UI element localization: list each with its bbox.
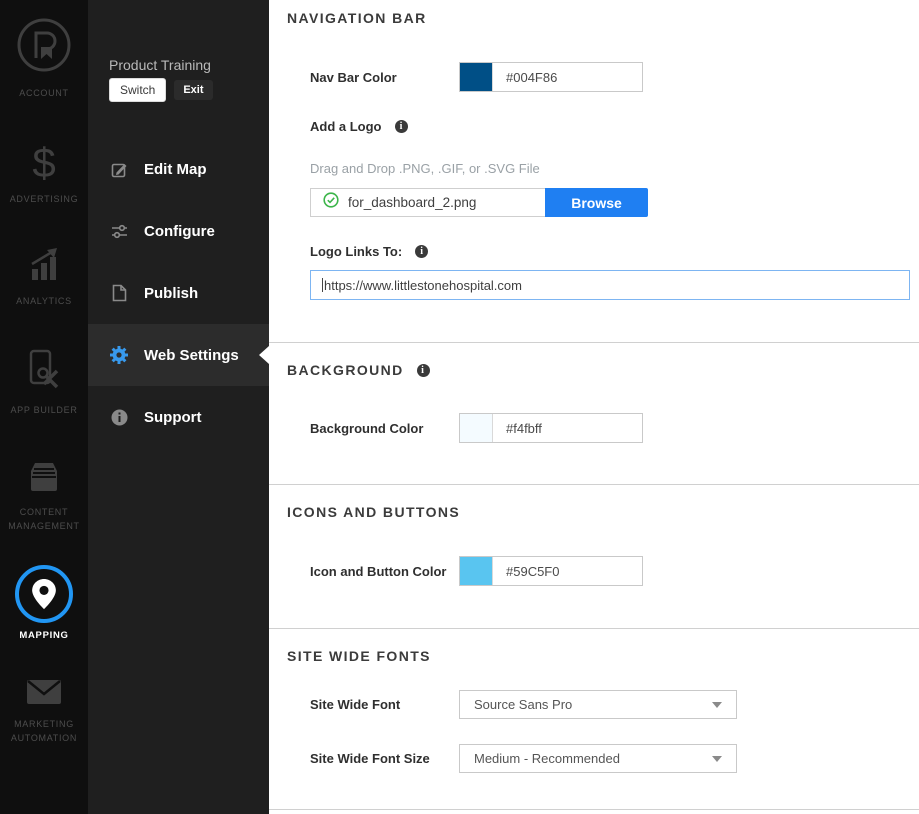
menu-item-edit-map[interactable]: Edit Map: [88, 138, 269, 200]
dollar-icon: $: [32, 141, 55, 185]
menu-label: Support: [144, 409, 202, 426]
info-circle-icon: [110, 409, 128, 426]
section-title-background: BACKGROUND i: [287, 362, 919, 378]
background-color-row: Background Color #f4fbff: [310, 413, 919, 443]
site-font-size-label: Site Wide Font Size: [310, 751, 459, 766]
site-wide-fonts-title: SITE WIDE FONTS: [287, 648, 431, 664]
uploaded-file-name: for_dashboard_2.png: [348, 195, 476, 210]
add-logo-label: Add a Logo: [310, 119, 382, 134]
sidebar-item-analytics[interactable]: ANALYTICS: [0, 246, 88, 309]
site-font-value: Source Sans Pro: [474, 697, 572, 712]
info-icon[interactable]: i: [417, 364, 430, 377]
menu-item-configure[interactable]: Configure: [88, 200, 269, 262]
document-icon: [110, 284, 128, 302]
rail-label-app-builder: APP BUILDER: [10, 404, 77, 418]
switch-button[interactable]: Switch: [109, 78, 166, 102]
logo-upload-row: for_dashboard_2.png Browse: [310, 188, 648, 217]
menu-label: Configure: [144, 223, 215, 240]
info-icon[interactable]: i: [395, 120, 408, 133]
menu-item-web-settings[interactable]: Web Settings: [88, 324, 269, 386]
nav-bar-color-field: #004F86: [459, 62, 643, 92]
section-divider: [269, 809, 919, 810]
gear-icon: [110, 346, 128, 364]
icon-button-color-input[interactable]: #59C5F0: [493, 557, 642, 585]
rail-label-advertising: ADVERTISING: [10, 193, 79, 207]
site-font-select[interactable]: Source Sans Pro: [459, 690, 737, 719]
section-divider: [269, 628, 919, 629]
archive-box-icon: [23, 461, 65, 498]
background-color-field: #f4fbff: [459, 413, 643, 443]
sidebar-item-advertising[interactable]: $ ADVERTISING: [0, 141, 88, 207]
nav-bar-color-label: Nav Bar Color: [310, 70, 459, 85]
logo-url-value: https://www.littlestonehospital.com: [324, 278, 522, 293]
site-font-size-row: Site Wide Font Size Medium - Recommended: [310, 744, 919, 773]
nav-bar-color-row: Nav Bar Color #004F86: [310, 62, 919, 92]
sliders-icon: [110, 223, 128, 240]
sidebar-item-app-builder[interactable]: APP BUILDER: [0, 347, 88, 418]
background-color-label: Background Color: [310, 421, 459, 436]
site-font-row: Site Wide Font Source Sans Pro: [310, 690, 919, 719]
sidebar-item-mapping[interactable]: MAPPING: [0, 565, 88, 643]
icon-button-color-row: Icon and Button Color #59C5F0: [310, 556, 919, 586]
web-settings-panel: NAVIGATION BAR Nav Bar Color #004F86 Add…: [269, 0, 919, 814]
chevron-down-icon: [712, 756, 722, 762]
menu-label: Web Settings: [144, 347, 239, 364]
drag-drop-hint: Drag and Drop .PNG, .GIF, or .SVG File: [310, 161, 919, 176]
logo-links-label: Logo Links To:: [310, 244, 402, 259]
background-title: BACKGROUND: [287, 362, 404, 378]
site-font-size-select[interactable]: Medium - Recommended: [459, 744, 737, 773]
project-name: Product Training: [109, 57, 269, 73]
section-title-icons-buttons: ICONS AND BUTTONS: [287, 504, 919, 520]
icons-buttons-title: ICONS AND BUTTONS: [287, 504, 460, 520]
browse-button[interactable]: Browse: [545, 188, 648, 217]
logo-links-row: Logo Links To: i: [310, 244, 919, 259]
uploaded-file-field[interactable]: for_dashboard_2.png: [310, 188, 545, 217]
background-color-swatch[interactable]: [460, 414, 493, 442]
site-font-size-value: Medium - Recommended: [474, 751, 620, 766]
site-font-label: Site Wide Font: [310, 697, 459, 712]
section-divider: [269, 342, 919, 343]
menu-label: Publish: [144, 285, 198, 302]
navigation-bar-title: NAVIGATION BAR: [287, 10, 427, 26]
exit-button[interactable]: Exit: [174, 80, 212, 100]
menu-item-support[interactable]: Support: [88, 386, 269, 448]
map-pin-icon: [15, 565, 73, 623]
sidebar-menu: Edit Map Configure Publish: [88, 138, 269, 448]
nav-bar-color-input[interactable]: #004F86: [493, 63, 642, 91]
active-item-pointer: [259, 346, 269, 364]
rail-label-marketing-automation: MARKETING AUTOMATION: [5, 718, 83, 745]
nav-bar-color-swatch[interactable]: [460, 63, 493, 91]
section-divider: [269, 484, 919, 485]
envelope-icon: [26, 679, 62, 710]
bar-chart-icon: [24, 246, 64, 287]
edit-pencil-icon: [110, 161, 128, 178]
map-sidebar: Product Training Switch Exit Edit Map: [88, 0, 269, 814]
menu-item-publish[interactable]: Publish: [88, 262, 269, 324]
background-color-input[interactable]: #f4fbff: [493, 414, 642, 442]
icon-button-color-swatch[interactable]: [460, 557, 493, 585]
add-logo-row: Add a Logo i: [310, 119, 919, 134]
rail-label-account: ACCOUNT: [19, 87, 68, 101]
rail-label-mapping: MAPPING: [19, 629, 68, 643]
account-logo-icon: [15, 16, 73, 79]
info-icon[interactable]: i: [415, 245, 428, 258]
sidebar-item-marketing-automation[interactable]: MARKETING AUTOMATION: [0, 679, 88, 745]
section-title-site-wide-fonts: SITE WIDE FONTS: [287, 648, 919, 664]
rail-label-analytics: ANALYTICS: [16, 295, 72, 309]
menu-label: Edit Map: [144, 161, 207, 178]
icon-button-color-field: #59C5F0: [459, 556, 643, 586]
section-title-navigation-bar: NAVIGATION BAR: [287, 10, 919, 26]
chevron-down-icon: [712, 702, 722, 708]
phone-tools-icon: [21, 347, 67, 396]
text-cursor: [322, 278, 323, 292]
sidebar-item-account[interactable]: ACCOUNT: [0, 16, 88, 101]
brand-sidebar: ACCOUNT $ ADVERTISING ANALYTICS AP: [0, 0, 88, 814]
rail-label-content-management: CONTENT MANAGEMENT: [5, 506, 83, 533]
check-circle-icon: [323, 192, 339, 213]
icon-button-color-label: Icon and Button Color: [310, 564, 459, 579]
sidebar-item-content-management[interactable]: CONTENT MANAGEMENT: [0, 461, 88, 533]
logo-url-input[interactable]: https://www.littlestonehospital.com: [310, 270, 910, 300]
